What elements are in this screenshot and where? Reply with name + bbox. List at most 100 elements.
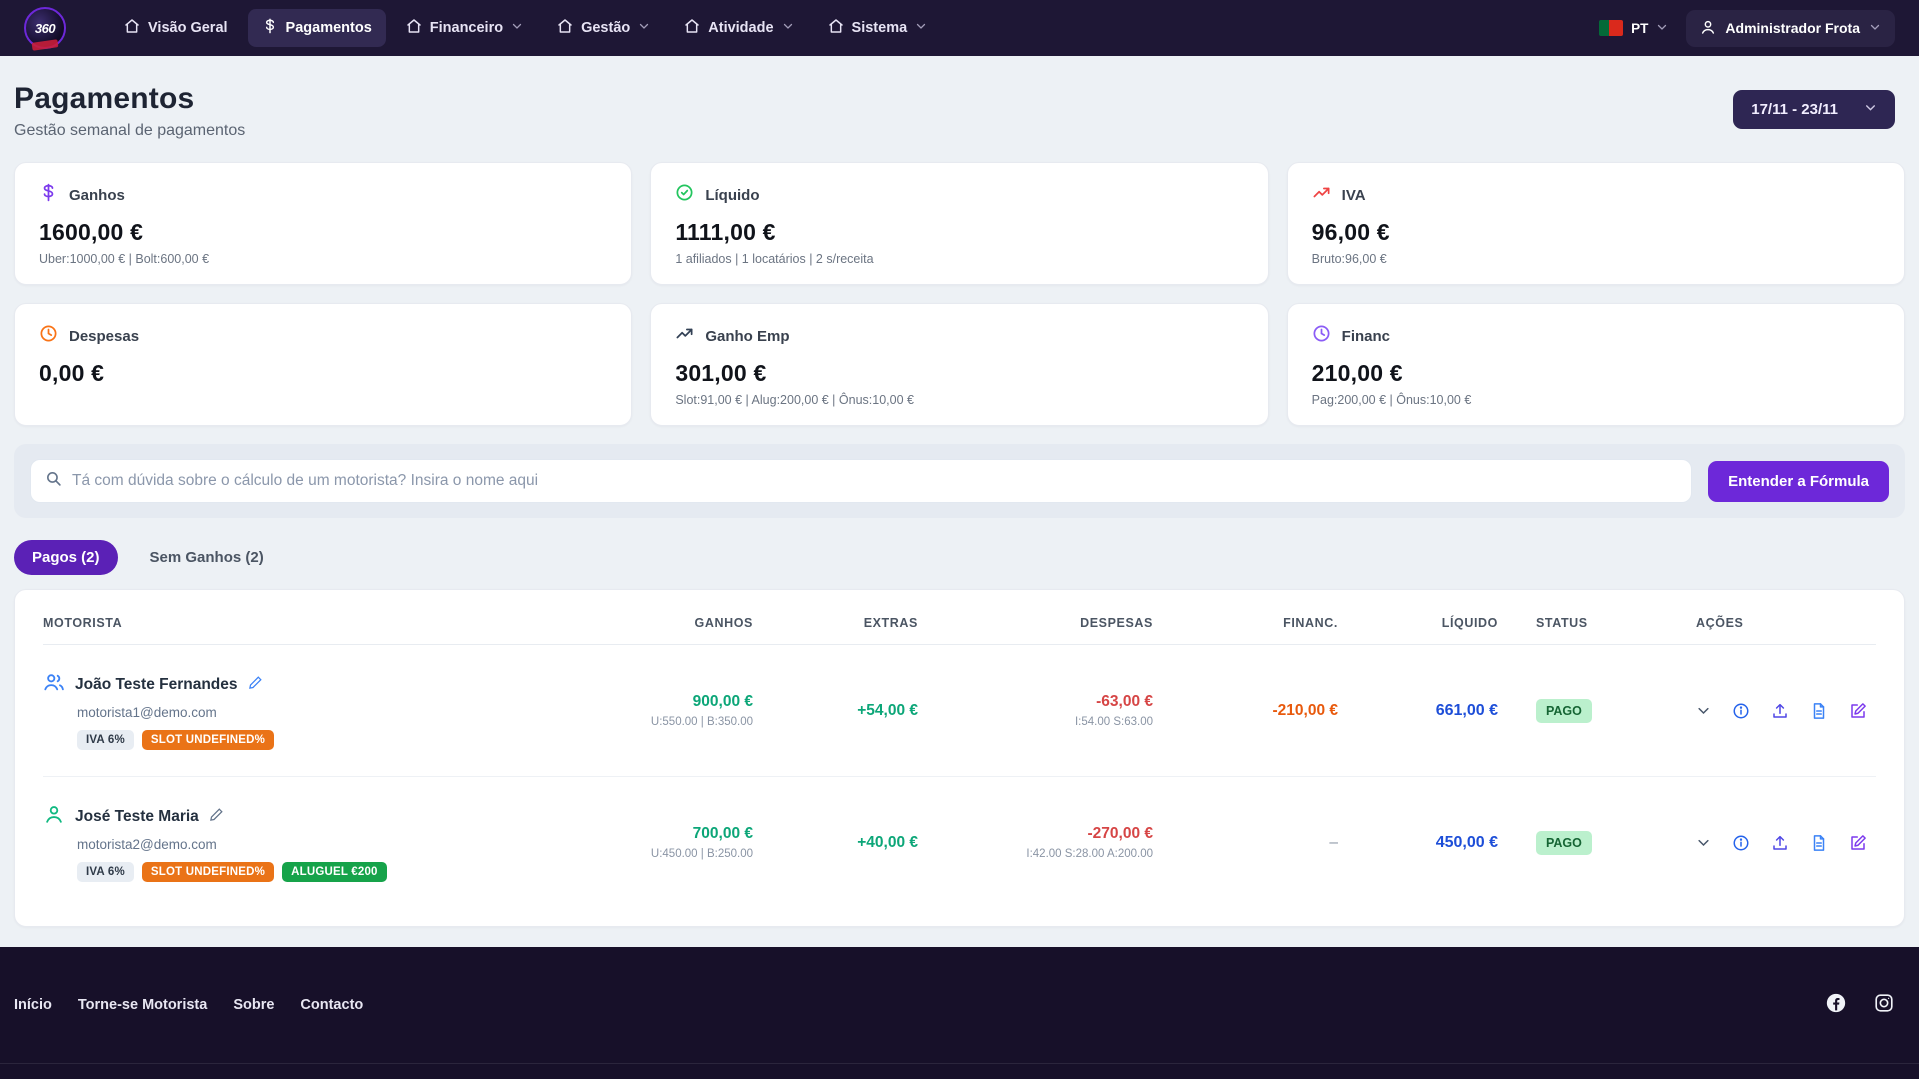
stat-label: Ganhos bbox=[69, 187, 125, 204]
dollar-icon bbox=[39, 183, 58, 207]
logo-stamp bbox=[32, 39, 59, 51]
nav-label: Sistema bbox=[852, 20, 908, 36]
stat-detail: Slot:91,00 € | Alug:200,00 € | Ônus:10,0… bbox=[675, 393, 1243, 407]
upload-icon[interactable] bbox=[1771, 834, 1789, 852]
edit-driver-icon[interactable] bbox=[209, 807, 224, 827]
stat-card-liquido: Líquido 1111,00 € 1 afiliados | 1 locatá… bbox=[650, 162, 1268, 285]
footer-link-inicio[interactable]: Início bbox=[14, 997, 52, 1013]
edit-driver-icon[interactable] bbox=[248, 675, 263, 695]
stat-label: IVA bbox=[1342, 187, 1366, 204]
stat-detail: Bruto:96,00 € bbox=[1312, 252, 1880, 266]
tab-sem-ganhos[interactable]: Sem Ganhos (2) bbox=[132, 540, 282, 575]
stat-value: 1600,00 € bbox=[39, 219, 607, 246]
slot-badge: SLOT UNDEFINED% bbox=[142, 730, 274, 750]
user-menu[interactable]: Administrador Frota bbox=[1686, 10, 1895, 47]
user-icon bbox=[43, 803, 65, 830]
document-icon[interactable] bbox=[1810, 702, 1828, 720]
check-circle-icon bbox=[675, 183, 694, 207]
top-navbar: 360 Visão Geral Pagamentos Financeiro Ge… bbox=[0, 0, 1919, 56]
stat-label: Financ bbox=[1342, 328, 1390, 345]
col-ganhos: GANHOS bbox=[543, 616, 753, 630]
table-header-row: MOTORISTA GANHOS EXTRAS DESPESAS FINANC.… bbox=[43, 598, 1876, 645]
edit-icon[interactable] bbox=[1849, 702, 1867, 720]
expand-row-icon[interactable] bbox=[1696, 835, 1711, 850]
tab-pagos[interactable]: Pagos (2) bbox=[14, 540, 118, 575]
expand-row-icon[interactable] bbox=[1696, 703, 1711, 718]
status-tabs: Pagos (2) Sem Ganhos (2) bbox=[14, 540, 1905, 575]
app-logo-text: 360 bbox=[35, 21, 55, 36]
trending-up-icon bbox=[1312, 183, 1331, 207]
extras-value: +54,00 € bbox=[753, 702, 918, 720]
nav-item-visao-geral[interactable]: Visão Geral bbox=[110, 9, 242, 47]
home-icon bbox=[124, 18, 140, 38]
clock-icon bbox=[39, 324, 58, 348]
stat-detail: 1 afiliados | 1 locatários | 2 s/receita bbox=[675, 252, 1243, 266]
ganhos-value: 900,00 € bbox=[543, 693, 753, 711]
financ-value: – bbox=[1153, 834, 1338, 852]
upload-icon[interactable] bbox=[1771, 702, 1789, 720]
ganhos-detail: U:450.00 | B:250.00 bbox=[543, 848, 753, 860]
stat-label: Despesas bbox=[69, 328, 139, 345]
footer-link-sobre[interactable]: Sobre bbox=[233, 997, 274, 1013]
col-extras: EXTRAS bbox=[753, 616, 918, 630]
edit-icon[interactable] bbox=[1849, 834, 1867, 852]
chevron-down-icon bbox=[511, 20, 523, 36]
financ-value: -210,00 € bbox=[1153, 702, 1338, 720]
clock-icon bbox=[1312, 324, 1331, 348]
nav-item-sistema[interactable]: Sistema bbox=[814, 9, 942, 47]
info-icon[interactable] bbox=[1732, 834, 1750, 852]
formula-search-panel: Entender a Fórmula bbox=[14, 444, 1905, 518]
stat-label: Líquido bbox=[705, 187, 759, 204]
col-status: STATUS bbox=[1498, 616, 1658, 630]
driver-search-input[interactable] bbox=[72, 472, 1677, 490]
despesas-detail: I:54.00 S:63.00 bbox=[918, 716, 1153, 728]
nav-label: Financeiro bbox=[430, 20, 503, 36]
liquido-value: 450,00 € bbox=[1338, 834, 1498, 852]
nav-label: Pagamentos bbox=[286, 20, 372, 36]
extras-value: +40,00 € bbox=[753, 834, 918, 852]
driver-name: João Teste Fernandes bbox=[75, 676, 238, 694]
language-selector[interactable]: PT bbox=[1599, 20, 1668, 36]
iva-badge: IVA 6% bbox=[77, 730, 134, 750]
document-icon[interactable] bbox=[1810, 834, 1828, 852]
despesas-value: -270,00 € bbox=[918, 825, 1153, 843]
stat-value: 1111,00 € bbox=[675, 219, 1243, 246]
facebook-icon[interactable] bbox=[1825, 992, 1847, 1019]
stat-value: 301,00 € bbox=[675, 360, 1243, 387]
home-icon bbox=[828, 18, 844, 38]
week-range-dropdown[interactable]: 17/11 - 23/11 bbox=[1733, 90, 1895, 129]
nav-item-gestao[interactable]: Gestão bbox=[543, 9, 664, 47]
info-icon[interactable] bbox=[1732, 702, 1750, 720]
user-name: Administrador Frota bbox=[1725, 20, 1860, 36]
page-subtitle: Gestão semanal de pagamentos bbox=[14, 122, 1895, 140]
payments-table: MOTORISTA GANHOS EXTRAS DESPESAS FINANC.… bbox=[14, 589, 1905, 927]
language-code: PT bbox=[1631, 21, 1648, 36]
nav-item-pagamentos[interactable]: Pagamentos bbox=[248, 9, 386, 47]
nav-item-atividade[interactable]: Atividade bbox=[670, 9, 807, 47]
entender-formula-button[interactable]: Entender a Fórmula bbox=[1708, 461, 1889, 502]
stat-card-ganhos: Ganhos 1600,00 € Uber:1000,00 € | Bolt:6… bbox=[14, 162, 632, 285]
page-footer: Início Torne-se Motorista Sobre Contacto… bbox=[0, 947, 1919, 1079]
slot-badge: SLOT UNDEFINED% bbox=[142, 862, 274, 882]
col-financ: FINANC. bbox=[1153, 616, 1338, 630]
footer-links: Início Torne-se Motorista Sobre Contacto bbox=[14, 997, 363, 1013]
stat-value: 96,00 € bbox=[1312, 219, 1880, 246]
despesas-detail: I:42.00 S:28.00 A:200.00 bbox=[918, 848, 1153, 860]
users-icon bbox=[43, 671, 65, 698]
home-icon bbox=[684, 18, 700, 38]
search-box[interactable] bbox=[30, 459, 1692, 503]
nav-item-financeiro[interactable]: Financeiro bbox=[392, 9, 537, 47]
table-row: João Teste Fernandes motorista1@demo.com… bbox=[43, 645, 1876, 777]
stat-card-financ: Financ 210,00 € Pag:200,00 € | Ônus:10,0… bbox=[1287, 303, 1905, 426]
instagram-icon[interactable] bbox=[1873, 992, 1895, 1019]
user-icon bbox=[1700, 19, 1716, 38]
search-icon bbox=[45, 470, 62, 492]
ganhos-value: 700,00 € bbox=[543, 825, 753, 843]
chevron-down-icon bbox=[1656, 21, 1668, 36]
stat-card-despesas: Despesas 0,00 € bbox=[14, 303, 632, 426]
footer-link-torne-se-motorista[interactable]: Torne-se Motorista bbox=[78, 997, 207, 1013]
stats-grid: Ganhos 1600,00 € Uber:1000,00 € | Bolt:6… bbox=[0, 140, 1919, 426]
app-logo[interactable]: 360 bbox=[24, 7, 66, 49]
table-row: José Teste Maria motorista2@demo.com IVA… bbox=[43, 777, 1876, 908]
footer-link-contacto[interactable]: Contacto bbox=[300, 997, 363, 1013]
